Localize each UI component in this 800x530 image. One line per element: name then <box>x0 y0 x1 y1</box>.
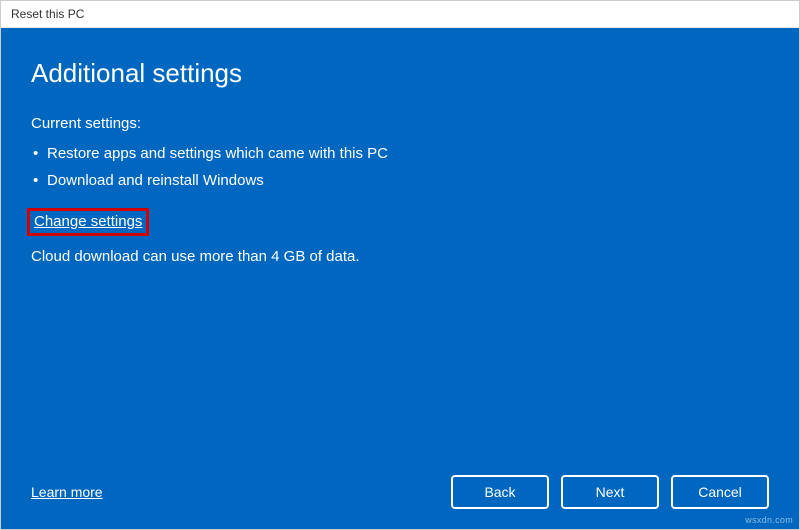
watermark: wsxdn.com <box>745 515 793 525</box>
current-settings-label: Current settings: <box>31 115 769 132</box>
learn-more-link[interactable]: Learn more <box>31 484 103 500</box>
data-usage-note: Cloud download can use more than 4 GB of… <box>31 248 769 265</box>
settings-list: Restore apps and settings which came wit… <box>31 140 769 194</box>
footer: Learn more Back Next Cancel <box>31 455 769 509</box>
titlebar: Reset this PC <box>1 1 799 28</box>
cancel-button[interactable]: Cancel <box>671 475 769 509</box>
window-title: Reset this PC <box>11 7 84 21</box>
next-button[interactable]: Next <box>561 475 659 509</box>
page-heading: Additional settings <box>31 58 769 89</box>
change-settings-highlight: Change settings <box>27 208 149 236</box>
list-item: Download and reinstall Windows <box>31 167 769 194</box>
change-settings-link[interactable]: Change settings <box>34 213 142 230</box>
list-item: Restore apps and settings which came wit… <box>31 140 769 167</box>
button-row: Back Next Cancel <box>451 475 769 509</box>
back-button[interactable]: Back <box>451 475 549 509</box>
reset-pc-dialog: Reset this PC Additional settings Curren… <box>0 0 800 530</box>
content-area: Additional settings Current settings: Re… <box>1 28 799 529</box>
